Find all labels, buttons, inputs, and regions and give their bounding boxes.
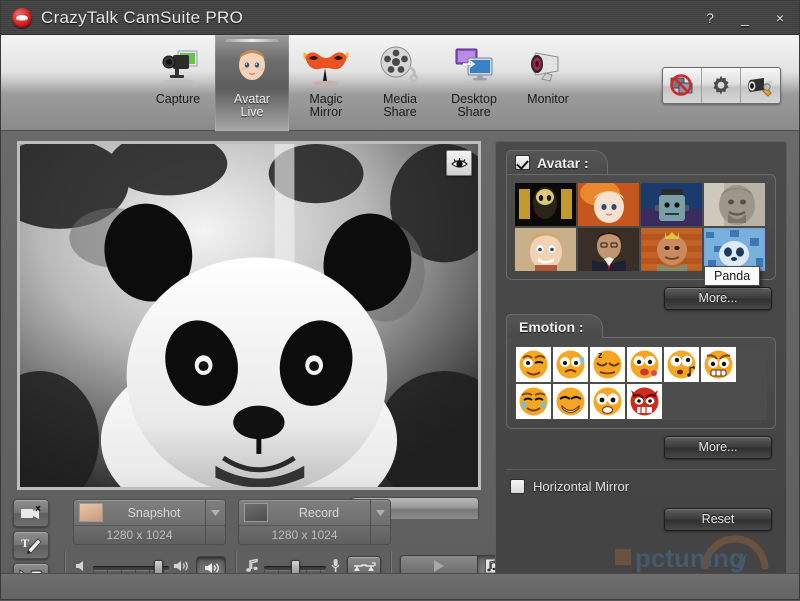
tab-label: Media Share: [382, 92, 418, 119]
reset-button[interactable]: Reset: [664, 508, 772, 531]
tab-label: Magic Mirror: [309, 92, 343, 119]
record-dropdown-chevron-down-icon[interactable]: [370, 500, 390, 525]
webcam-icon: [519, 41, 577, 91]
film-reel-icon: [371, 41, 429, 91]
emotion-group-title: Emotion :: [519, 318, 584, 335]
preview-pane: T Snapshot 1280 x 1024 Record 1280 x 102…: [11, 141, 506, 591]
camcorder-effect-icon[interactable]: [13, 499, 49, 527]
emoticon-whistle[interactable]: [664, 347, 699, 382]
avatar-thumb-businessman[interactable]: [578, 228, 639, 271]
application-window: CrazyTalk CamSuite PRO ? _ × Capture Ava…: [0, 0, 800, 600]
record-button[interactable]: Record: [268, 506, 370, 520]
snapshot-dropdown-chevron-down-icon[interactable]: [205, 500, 225, 525]
tab-label: Capture: [155, 92, 201, 106]
gear-icon[interactable]: [702, 68, 741, 103]
tab-label: Desktop Share: [451, 92, 497, 119]
horizontal-mirror-label: Horizontal Mirror: [533, 479, 630, 494]
avatar-group-title: Avatar :: [537, 154, 589, 171]
tab-media-share[interactable]: Media Share: [363, 35, 437, 131]
emoticon-sleepy[interactable]: z: [590, 347, 625, 382]
avatar-thumb-frankenstein[interactable]: [641, 183, 702, 226]
capture-widgets: Snapshot 1280 x 1024 Record 1280 x 1024: [73, 499, 391, 545]
snapshot-button[interactable]: Snapshot: [103, 506, 205, 520]
emoticon-kiss[interactable]: [627, 347, 662, 382]
emoticon-angry-wink[interactable]: [516, 347, 551, 382]
svg-text:z: z: [598, 350, 603, 360]
two-monitors-icon: [445, 41, 503, 91]
avatar-thumb-stone-king[interactable]: [704, 183, 765, 226]
eye-icon[interactable]: [446, 150, 472, 176]
emotion-more-button[interactable]: More...: [664, 436, 772, 459]
avatar-group-tab: Avatar :: [506, 150, 608, 174]
avatar-enable-checkbox[interactable]: [515, 155, 530, 170]
minimize-button[interactable]: _: [736, 11, 754, 25]
avatar-tooltip: Panda: [704, 266, 761, 286]
record-res-pad: [370, 525, 390, 544]
emoticon-grin-angry[interactable]: [701, 347, 736, 382]
status-bar: [1, 573, 799, 599]
baby-video-icon: [244, 503, 268, 522]
main-toolbar: Capture Avatar Live Magic Mirror Media S…: [1, 35, 799, 131]
avatar-more-button[interactable]: More...: [664, 287, 772, 310]
tab-monitor[interactable]: Monitor: [511, 35, 585, 131]
avatar-thumb-king-ogre[interactable]: [641, 228, 702, 271]
tab-label: Avatar Live: [234, 92, 270, 119]
close-button[interactable]: ×: [771, 11, 789, 25]
snapshot-resolution: 1280 x 1024: [74, 525, 205, 544]
tab-capture[interactable]: Capture: [141, 35, 215, 131]
camcorder-photo-icon: [149, 41, 207, 91]
snapshot-res-pad: [205, 525, 225, 544]
settings-panel: Avatar : Panda More... Emotion: z More.…: [495, 141, 787, 591]
avatar-thumb-puppet-boy[interactable]: [515, 228, 576, 271]
window-title: CrazyTalk CamSuite PRO: [41, 7, 244, 27]
main-body: T Snapshot 1280 x 1024 Record 1280 x 102…: [1, 131, 799, 601]
emotion-group-body: z: [506, 337, 776, 429]
emoticon-surprised[interactable]: [590, 384, 625, 419]
record-resolution: 1280 x 1024: [239, 525, 370, 544]
window-controls: ? _ ×: [701, 1, 789, 35]
baby-photo-icon: [79, 503, 103, 522]
avatar-thumb-doll[interactable]: [578, 180, 639, 226]
title-bar: CrazyTalk CamSuite PRO ? _ ×: [1, 1, 799, 35]
crazytalk-lips-logo-icon: [12, 7, 32, 28]
emoticon-smile[interactable]: [553, 384, 588, 419]
svg-text:T: T: [21, 536, 29, 550]
record-widget: Record 1280 x 1024: [238, 499, 391, 545]
tab-label: Monitor: [527, 92, 569, 106]
snapshot-widget: Snapshot 1280 x 1024: [73, 499, 226, 545]
divider: [506, 469, 776, 470]
emotion-group: Emotion : z More...: [506, 314, 776, 459]
tab-magic-mirror[interactable]: Magic Mirror: [289, 35, 363, 131]
emoticon-worried[interactable]: [553, 347, 588, 382]
avatar-thumbnail-grid: [515, 180, 767, 271]
avatar-group-body: Panda: [506, 174, 776, 286]
avatar-group: Avatar : Panda More...: [506, 150, 776, 310]
horizontal-mirror-checkbox[interactable]: [510, 479, 525, 494]
panda-video-frame: [20, 144, 478, 487]
camera-wrench-icon[interactable]: [741, 68, 780, 103]
tab-avatar-live[interactable]: Avatar Live: [215, 35, 289, 131]
emoticon-devil[interactable]: [627, 384, 662, 419]
tab-desktop-share[interactable]: Desktop Share: [437, 35, 511, 131]
avatar-thumb-panda[interactable]: [704, 228, 765, 271]
emotion-grid: z: [515, 346, 767, 420]
horizontal-mirror-row: Horizontal Mirror: [506, 479, 776, 494]
no-screen-icon[interactable]: [663, 68, 702, 103]
text-pen-icon[interactable]: T: [13, 531, 49, 559]
help-button[interactable]: ?: [701, 11, 719, 25]
emoticon-crying[interactable]: [516, 384, 551, 419]
baby-face-icon: [223, 41, 281, 91]
avatar-thumb-alien-gold[interactable]: [515, 183, 576, 226]
video-preview[interactable]: [17, 141, 481, 490]
carnival-mask-icon: [297, 41, 355, 91]
emotion-group-tab: Emotion :: [506, 314, 603, 338]
utility-button-group: [662, 67, 781, 104]
